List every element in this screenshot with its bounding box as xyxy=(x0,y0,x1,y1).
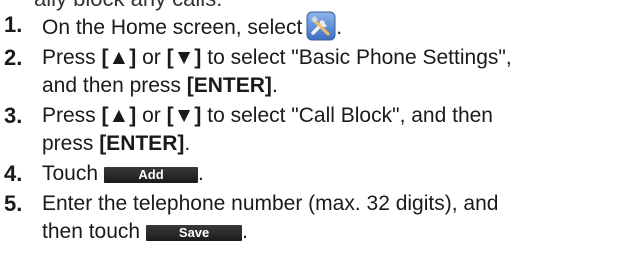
step-number: 4. xyxy=(4,161,23,186)
tools-icon xyxy=(306,11,336,41)
step-end: . xyxy=(271,74,278,97)
step-4: 4. Touch Add. xyxy=(0,160,637,188)
add-button-image: Add xyxy=(104,167,199,183)
step-1: 1. On the Home screen, select . xyxy=(0,11,637,42)
step-text: to select "Basic Phone Settings", xyxy=(201,46,512,69)
enter-key: [ENTER] xyxy=(186,74,272,97)
step-end: . xyxy=(242,220,248,243)
step-text: Enter the telephone number (max. 32 digi… xyxy=(42,192,499,215)
step-text: or xyxy=(136,104,167,127)
step-number: 2. xyxy=(4,45,23,70)
step-end: . xyxy=(198,162,204,185)
instruction-steps: 1. On the Home screen, select . 2. Press… xyxy=(0,11,637,248)
down-key: [▼] xyxy=(166,104,202,127)
up-key: [▲] xyxy=(101,46,137,69)
step-text: or xyxy=(136,46,167,69)
step-3: 3. Press [▲] or [▼] to select "Call Bloc… xyxy=(0,102,637,158)
step-text: then touch xyxy=(42,220,141,243)
step-5: 5. Enter the telephone number (max. 32 d… xyxy=(0,190,637,246)
up-key: [▲] xyxy=(101,104,137,127)
step-2: 2. Press [▲] or [▼] to select "Basic Pho… xyxy=(0,44,637,100)
step-text: Touch xyxy=(42,162,99,185)
step-number: 1. xyxy=(4,12,23,37)
step-text: and then press xyxy=(42,74,187,97)
step-end: . xyxy=(336,16,343,39)
step-text: On the Home screen, select xyxy=(42,16,303,39)
step-number: 3. xyxy=(4,103,23,128)
step-end: . xyxy=(184,132,191,155)
step-text: Press xyxy=(42,104,102,127)
down-key: [▼] xyxy=(166,46,202,69)
step-text: press xyxy=(42,132,100,155)
step-text: Press xyxy=(42,46,102,69)
save-button-image: Save xyxy=(146,225,243,241)
step-number: 5. xyxy=(4,191,23,216)
step-text: to select "Call Block", and then xyxy=(201,104,493,127)
enter-key: [ENTER] xyxy=(99,132,185,155)
